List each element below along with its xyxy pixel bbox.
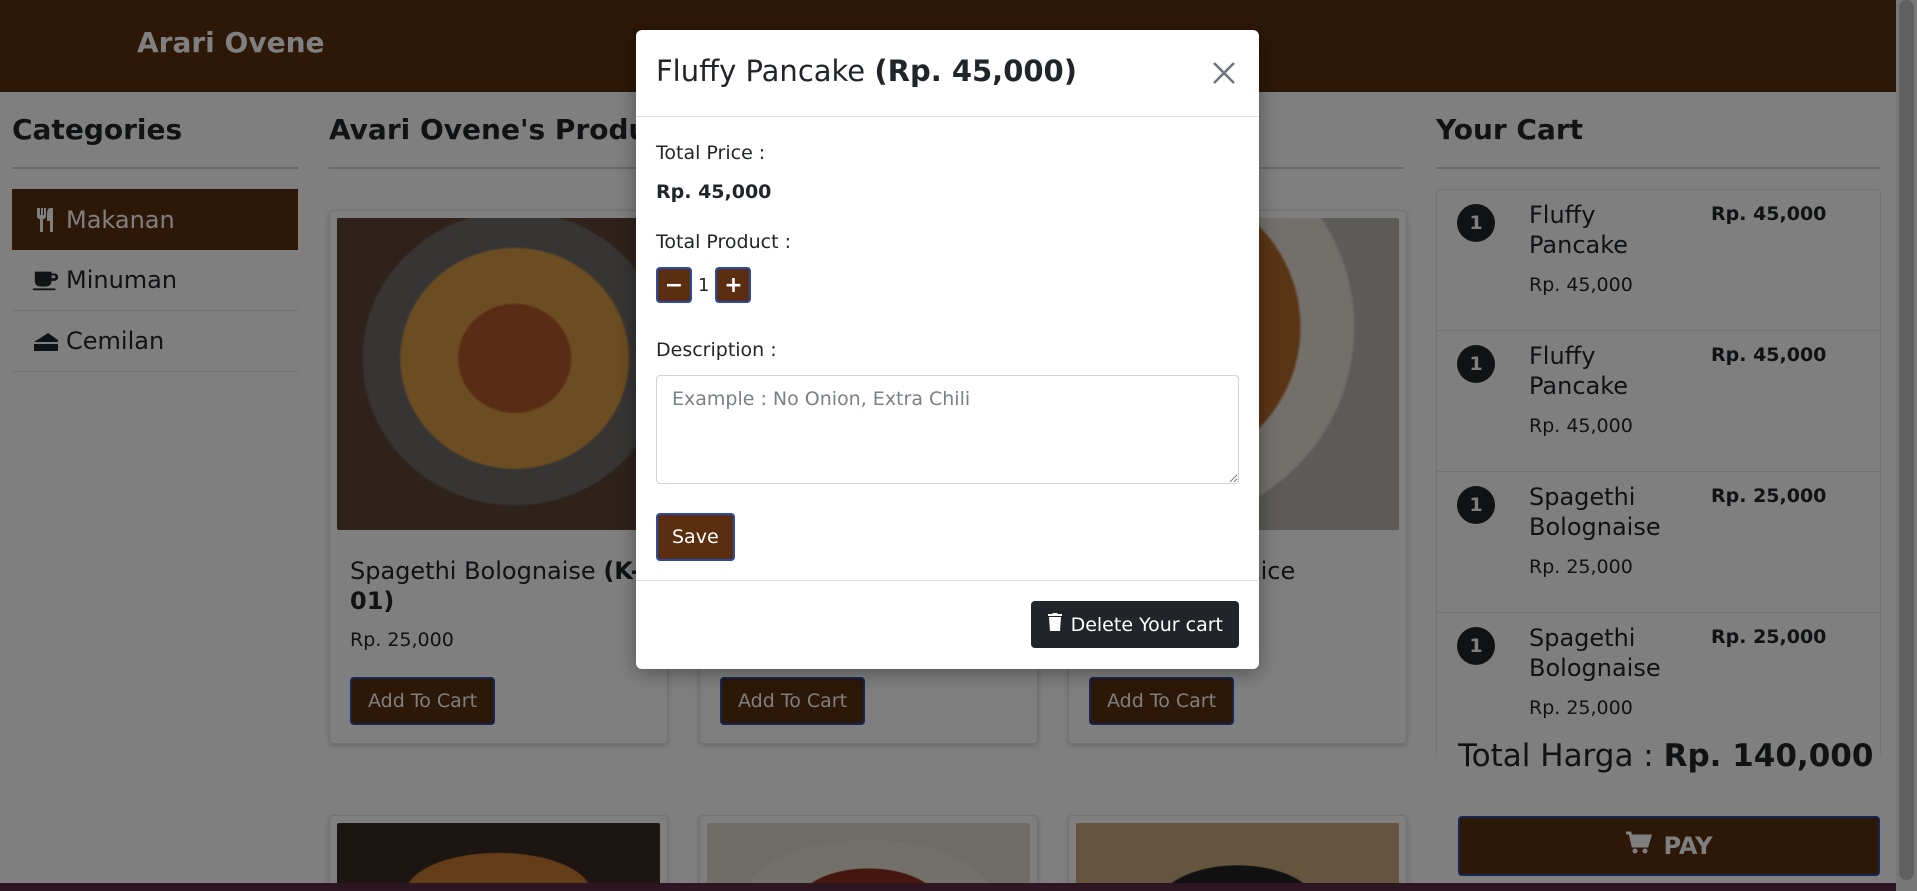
modal-header: Fluffy Pancake (Rp. 45,000)	[636, 30, 1259, 117]
plus-icon: +	[724, 272, 743, 298]
quantity-stepper: − 1 +	[656, 267, 752, 303]
total-product-label: Total Product :	[656, 231, 791, 253]
quantity-value: 1	[698, 274, 710, 296]
close-icon[interactable]	[1207, 56, 1241, 90]
description-textarea[interactable]	[656, 375, 1239, 484]
increment-button[interactable]: +	[715, 267, 752, 303]
delete-cart-button[interactable]: Delete Your cart	[1030, 601, 1239, 648]
decrement-button[interactable]: −	[656, 267, 692, 303]
modal-footer: Delete Your cart	[636, 580, 1259, 669]
save-button[interactable]: Save	[656, 513, 735, 561]
minus-icon: −	[664, 272, 684, 298]
modal-title: Fluffy Pancake (Rp. 45,000)	[656, 54, 1077, 88]
total-price-label: Total Price :	[656, 142, 766, 164]
total-price-value: Rp. 45,000	[656, 181, 772, 203]
product-detail-modal: Fluffy Pancake (Rp. 45,000) Total Price …	[636, 30, 1259, 669]
description-label: Description :	[656, 339, 777, 361]
trash-icon	[1047, 612, 1063, 637]
delete-cart-label: Delete Your cart	[1070, 613, 1223, 636]
